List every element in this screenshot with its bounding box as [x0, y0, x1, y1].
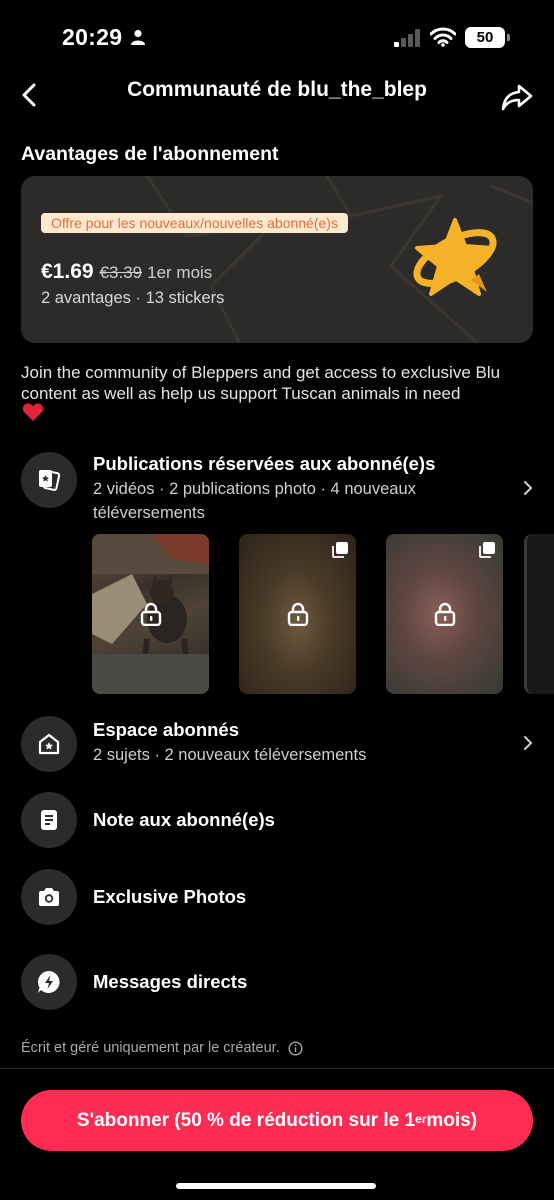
feature-subtitle-exclusive-posts: 2 vidéos · 2 publications photo · 4 nouv…: [93, 480, 416, 522]
subscribe-label-suffix: mois): [426, 1109, 478, 1131]
camera-icon-container: [21, 869, 77, 925]
home-indicator: [176, 1183, 376, 1189]
chevron-right-icon[interactable]: [522, 734, 534, 752]
note-icon-container: [21, 792, 77, 848]
nav-bar: Communauté de blu_the_blep: [0, 70, 554, 120]
price-row: €1.69 €3.39 1er mois: [41, 260, 212, 284]
creator-note-text: Écrit et géré uniquement par le créateur…: [21, 1040, 280, 1056]
feature-title-direct-messages[interactable]: Messages directs: [93, 971, 247, 993]
benefits-summary: 2 avantages · 13 stickers: [41, 289, 225, 307]
lock-icon: [140, 602, 162, 626]
status-bar: 20:29 50: [0, 0, 554, 76]
exclusive-post-thumbnail-partial[interactable]: [524, 534, 554, 694]
heart-icon: [22, 403, 44, 421]
info-icon[interactable]: [288, 1040, 303, 1056]
wifi-icon: [430, 27, 456, 47]
feature-title-subscriber-space[interactable]: Espace abonnés: [93, 719, 239, 741]
exclusive-posts-icon: [21, 452, 77, 508]
new-subscriber-badge: Offre pour les nouveaux/nouvelles abonné…: [41, 213, 348, 233]
lock-icon: [434, 602, 456, 626]
creator-note: Écrit et géré uniquement par le créateur…: [21, 1040, 303, 1056]
feature-title-exclusive-photos[interactable]: Exclusive Photos: [93, 886, 246, 908]
multi-photo-icon: [479, 542, 495, 558]
person-icon: [131, 29, 145, 45]
section-title: Avantages de l'abonnement: [21, 143, 279, 165]
share-button[interactable]: [500, 82, 534, 112]
status-time: 20:29: [62, 24, 123, 50]
price-current: €1.69: [41, 260, 94, 283]
camera-icon: [39, 888, 59, 906]
page-title: Communauté de blu_the_blep: [127, 78, 427, 101]
battery-indicator: 50: [465, 27, 510, 48]
exclusive-post-thumbnail[interactable]: [239, 534, 356, 694]
messages-icon-container: [21, 954, 77, 1010]
multi-photo-icon: [332, 542, 348, 558]
subscribe-label: S'abonner (50 % de réduction sur le 1: [76, 1109, 416, 1131]
subscribe-label-sup: er: [415, 1111, 427, 1126]
exclusive-post-thumbnail[interactable]: [92, 534, 209, 694]
feature-title-exclusive-posts[interactable]: Publications réservées aux abonné(e)s: [93, 453, 435, 475]
lock-icon: [287, 602, 309, 626]
star-icon: [413, 218, 497, 296]
subscribe-button[interactable]: S'abonner (50 % de réduction sur le 1 er …: [21, 1090, 533, 1151]
price-period: 1er mois: [147, 263, 213, 282]
divider: [0, 1068, 554, 1069]
lightning-bubble-icon: [38, 971, 60, 993]
exclusive-post-thumbnail[interactable]: [386, 534, 503, 694]
back-button[interactable]: [14, 80, 44, 110]
signal-icon: [394, 29, 420, 47]
feature-title-note[interactable]: Note aux abonné(e)s: [93, 809, 275, 831]
note-icon: [41, 810, 57, 830]
chevron-right-icon[interactable]: [522, 479, 534, 497]
feature-subtitle-subscriber-space: 2 sujets · 2 nouveaux téléversements: [93, 746, 367, 764]
offer-card[interactable]: Offre pour les nouveaux/nouvelles abonné…: [21, 176, 533, 343]
price-old: €3.39: [99, 263, 143, 282]
subscriber-space-icon: [21, 716, 77, 772]
house-star-icon: [38, 733, 60, 755]
community-description: Join the community of Bleppers and get a…: [21, 363, 501, 403]
photo-stack-icon: [39, 470, 61, 491]
